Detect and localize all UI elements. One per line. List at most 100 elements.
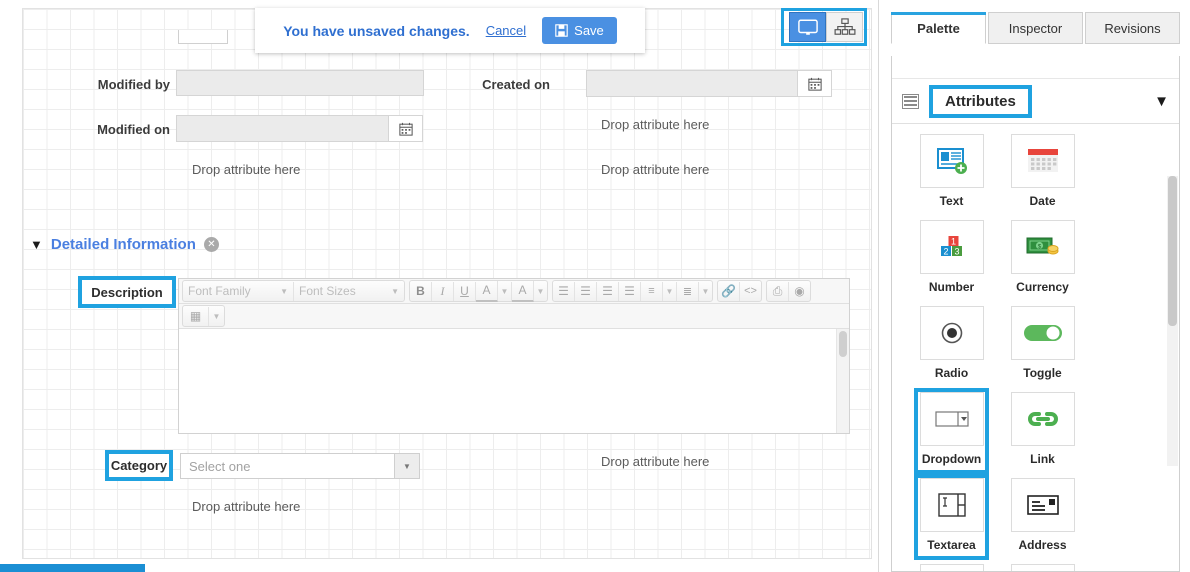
caret-down-icon[interactable]: ▼	[394, 454, 419, 478]
palette-item-toggle[interactable]: Toggle	[997, 306, 1088, 380]
bold-icon[interactable]: B	[410, 281, 432, 301]
text-color-dropdown-icon[interactable]: ▼	[498, 281, 512, 301]
svg-text:1: 1	[950, 237, 955, 247]
palette-items-grid: Text Date 1 2 3 Number $ Currency Radio …	[892, 124, 1179, 571]
background-color-dropdown-icon[interactable]: ▼	[534, 282, 547, 301]
palette-panel-body: Attributes ▼ Text Date 1 2 3 Number $ Cu…	[891, 56, 1180, 572]
palette-item-currency[interactable]: $ Currency	[997, 220, 1088, 294]
tab-palette-label: Palette	[917, 20, 960, 36]
output-group: ⎙ ◉	[766, 280, 811, 302]
textarea-icon[interactable]	[919, 478, 984, 532]
palette-item-label: Link	[1030, 452, 1055, 466]
table-dropdown-icon[interactable]: ▼	[209, 307, 224, 326]
drop-zone[interactable]: Drop attribute here	[192, 499, 300, 514]
palette-item-textarea[interactable]: Textarea	[906, 474, 997, 560]
editor-scrollbar[interactable]	[836, 329, 849, 433]
cancel-link[interactable]: Cancel	[486, 23, 526, 38]
attributes-section-header[interactable]: Attributes ▼	[892, 79, 1179, 123]
device-view-toggle	[789, 12, 863, 42]
field-created-on[interactable]	[586, 70, 832, 97]
created-on-input[interactable]	[587, 71, 798, 96]
save-label: Save	[574, 23, 604, 38]
calendar-icon[interactable]	[798, 71, 831, 96]
drop-zone[interactable]: Drop attribute here	[601, 162, 709, 177]
print-icon[interactable]: ⎙	[767, 281, 789, 301]
bullet-list-dropdown-icon[interactable]: ▼	[663, 281, 677, 301]
description-rich-text-editor[interactable]: Font Family ▼ Font Sizes ▼ B I U A ▼ A ▼…	[178, 278, 850, 434]
dashed-square-icon[interactable]	[1010, 564, 1075, 571]
insert-group: 🔗 <>	[717, 280, 762, 302]
tab-palette[interactable]: Palette	[891, 12, 986, 44]
palette-item-spacer[interactable]: Spacer	[997, 564, 1088, 571]
field-modified-on[interactable]	[176, 115, 423, 142]
table-group: ▦ ▼	[182, 305, 225, 327]
chevron-down-icon[interactable]: ▼	[1154, 93, 1169, 110]
font-group: Font Family ▼ Font Sizes ▼	[182, 280, 405, 302]
label-description-highlighted: Description	[78, 276, 176, 308]
radio-button-icon[interactable]	[919, 306, 984, 360]
address-card-icon[interactable]	[1010, 478, 1075, 532]
monitor-icon[interactable]	[789, 12, 826, 42]
numbered-list-dropdown-icon[interactable]: ▼	[699, 282, 712, 301]
palette-scrollbar-thumb[interactable]	[1168, 176, 1177, 326]
form-designer-canvas: Modified by Created on Modified on Drop …	[0, 0, 878, 572]
palette-item-label: Radio	[934, 366, 969, 380]
drop-zone[interactable]: Drop attribute here	[601, 117, 709, 132]
tab-inspector[interactable]: Inspector	[988, 12, 1083, 44]
italic-icon[interactable]: I	[432, 281, 454, 301]
unsaved-changes-bar: You have unsaved changes. Cancel Save	[255, 8, 645, 53]
palette-item-label: Number	[928, 280, 975, 294]
align-right-icon[interactable]: ☰	[597, 281, 619, 301]
insert-table-icon[interactable]: ▦	[183, 306, 209, 326]
palette-item-address[interactable]: Address	[997, 478, 1088, 552]
money-icon[interactable]: $	[1010, 220, 1075, 274]
link-chain-icon[interactable]	[1010, 392, 1075, 446]
save-button[interactable]: Save	[542, 17, 617, 44]
editor-content-area[interactable]	[179, 329, 849, 433]
text-field-icon[interactable]	[919, 134, 984, 188]
category-select[interactable]: Select one ▼	[180, 453, 420, 479]
font-family-select[interactable]: Font Family ▼	[183, 281, 294, 301]
preview-icon[interactable]: ◉	[789, 282, 810, 301]
drop-zone[interactable]: Drop attribute here	[192, 162, 300, 177]
top-partial-field[interactable]	[178, 30, 228, 44]
calendar-icon[interactable]	[389, 116, 422, 141]
source-code-icon[interactable]: <>	[740, 282, 761, 301]
drop-zone[interactable]: Drop attribute here	[601, 454, 709, 469]
close-circle-icon[interactable]: ✕	[203, 237, 219, 252]
toggle-switch-icon[interactable]	[1010, 306, 1075, 360]
paperclip-icon[interactable]	[919, 564, 984, 571]
palette-item-radio[interactable]: Radio	[906, 306, 997, 380]
font-size-select[interactable]: Font Sizes ▼	[294, 282, 404, 301]
palette-scrollbar[interactable]	[1167, 176, 1178, 466]
sitemap-icon[interactable]	[826, 12, 863, 42]
field-modified-by[interactable]	[176, 70, 424, 96]
palette-item-number[interactable]: 1 2 3 Number	[906, 220, 997, 294]
numbered-list-icon[interactable]: ≣	[677, 281, 699, 301]
align-center-icon[interactable]: ☰	[575, 281, 597, 301]
palette-item-text[interactable]: Text	[906, 134, 997, 208]
align-justify-icon[interactable]: ☰	[619, 281, 641, 301]
dropdown-icon[interactable]	[919, 392, 984, 446]
insert-link-icon[interactable]: 🔗	[718, 281, 740, 301]
background-color-icon[interactable]: A	[512, 280, 534, 302]
bullet-list-icon[interactable]: ≡	[641, 281, 663, 301]
palette-item-dropdown[interactable]: Dropdown	[906, 388, 997, 474]
palette-item-date[interactable]: Date	[997, 134, 1088, 208]
palette-item-link[interactable]: Link	[997, 392, 1088, 466]
number-blocks-icon[interactable]: 1 2 3	[919, 220, 984, 274]
palette-item-file[interactable]: File	[906, 564, 997, 571]
section-header-detailed-information[interactable]: ▼ Detailed Information ✕	[30, 236, 219, 253]
svg-text:3: 3	[954, 247, 959, 257]
align-left-icon[interactable]: ☰	[553, 281, 575, 301]
underline-icon[interactable]: U	[454, 281, 476, 301]
svg-text:2: 2	[943, 247, 948, 257]
text-color-icon[interactable]: A	[476, 280, 498, 302]
modified-on-input[interactable]	[177, 116, 389, 141]
editor-scrollbar-thumb[interactable]	[839, 331, 847, 357]
chevron-down-icon[interactable]: ▼	[30, 237, 43, 252]
calendar-icon[interactable]	[1010, 134, 1075, 188]
tab-revisions[interactable]: Revisions	[1085, 12, 1180, 44]
palette-item-label: Toggle	[1023, 366, 1062, 380]
attributes-grid-icon	[902, 93, 919, 109]
